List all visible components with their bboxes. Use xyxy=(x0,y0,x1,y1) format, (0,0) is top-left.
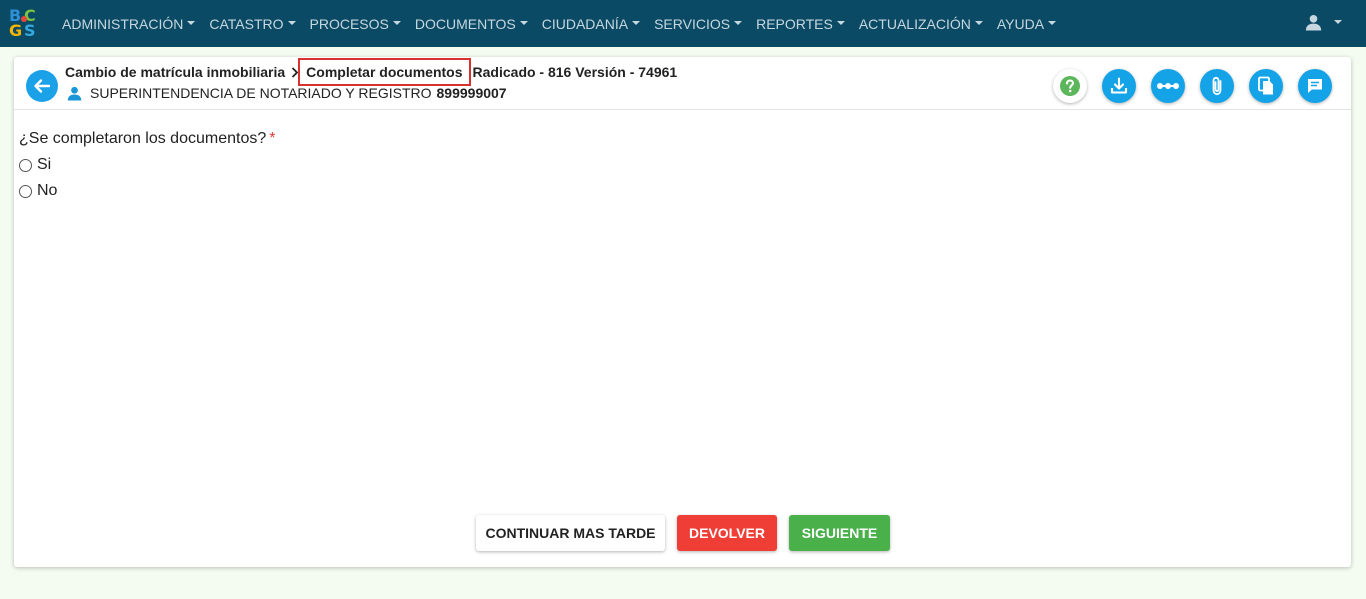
option-no[interactable]: No xyxy=(19,182,57,200)
attachment-button[interactable] xyxy=(1200,69,1234,103)
return-button[interactable]: DEVOLVER xyxy=(677,515,777,551)
caret-down-icon xyxy=(287,20,296,25)
arrow-left-icon xyxy=(34,79,51,93)
radio-no[interactable] xyxy=(19,184,32,198)
help-icon xyxy=(1060,76,1080,96)
menu-reportes[interactable]: REPORTES xyxy=(749,0,852,47)
question-label: ¿Se completaron los documentos? * xyxy=(19,130,275,148)
organization-name: SUPERINTENDENCIA DE NOTARIADO Y REGISTRO xyxy=(90,85,432,101)
main-menu: ADMINISTRACIÓN CATASTRO PROCESOS DOCUMEN… xyxy=(55,0,1063,47)
help-button[interactable] xyxy=(1053,69,1087,103)
breadcrumb: Cambio de matrícula inmobiliaria Complet… xyxy=(65,58,678,86)
menu-ciudadania[interactable]: CIUDADANÍA xyxy=(535,0,647,47)
continue-later-button[interactable]: CONTINUAR MAS TARDE xyxy=(476,515,665,551)
logo-letter-s: S xyxy=(24,21,36,40)
menu-servicios[interactable]: SERVICIOS xyxy=(647,0,749,47)
copy-icon xyxy=(1258,76,1273,95)
required-mark: * xyxy=(269,130,276,147)
caret-down-icon xyxy=(519,20,528,25)
person-icon xyxy=(67,86,82,101)
more-icon xyxy=(1157,83,1179,89)
chevron-right-icon xyxy=(291,66,299,78)
caret-down-icon xyxy=(187,20,196,25)
comments-button[interactable] xyxy=(1298,69,1332,103)
caret-down-icon xyxy=(974,20,983,25)
user-icon xyxy=(1305,14,1322,31)
menu-label: ACTUALIZACIÓN xyxy=(858,15,971,32)
download-icon xyxy=(1110,77,1128,94)
menu-label: SERVICIOS xyxy=(654,15,731,32)
menu-label: ADMINISTRACIÓN xyxy=(62,15,184,32)
task-card: Cambio de matrícula inmobiliaria Complet… xyxy=(14,57,1351,567)
menu-ayuda[interactable]: AYUDA xyxy=(990,0,1063,47)
question-text: ¿Se completaron los documentos? xyxy=(19,130,267,147)
menu-label: PROCESOS xyxy=(309,15,389,32)
menu-label: REPORTES xyxy=(756,15,833,32)
logo-letter-g: G xyxy=(9,21,23,40)
menu-label: DOCUMENTOS xyxy=(414,15,516,32)
option-label: No xyxy=(37,182,58,199)
user-menu[interactable] xyxy=(1305,14,1342,31)
menu-catastro[interactable]: CATASTRO xyxy=(202,0,302,47)
caret-down-icon xyxy=(392,20,401,25)
menu-procesos[interactable]: PROCESOS xyxy=(303,0,408,47)
option-label: Si xyxy=(37,156,52,173)
menu-label: AYUDA xyxy=(996,15,1045,32)
breadcrumb-parent[interactable]: Cambio de matrícula inmobiliaria xyxy=(65,64,285,80)
action-toolbar xyxy=(1053,69,1347,103)
app-logo[interactable]: B C G S xyxy=(8,6,40,40)
flow-button[interactable] xyxy=(1151,69,1185,103)
menu-documentos[interactable]: DOCUMENTOS xyxy=(408,0,535,47)
caret-down-icon xyxy=(1334,19,1342,24)
caret-down-icon xyxy=(734,20,743,25)
radicado-version: Radicado - 816 Versión - 74961 xyxy=(472,64,678,80)
caret-down-icon xyxy=(632,20,641,25)
breadcrumb-current: Completar documentos xyxy=(298,58,471,86)
next-button[interactable]: SIGUIENTE xyxy=(789,515,890,551)
download-button[interactable] xyxy=(1102,69,1136,103)
task-header: Cambio de matrícula inmobiliaria Complet… xyxy=(14,57,1351,110)
menu-label: CATASTRO xyxy=(209,15,284,32)
top-navbar: B C G S ADMINISTRACIÓN CATASTRO PROCESOS… xyxy=(0,0,1366,47)
entity-line: SUPERINTENDENCIA DE NOTARIADO Y REGISTRO… xyxy=(67,84,507,102)
comment-icon xyxy=(1308,79,1322,93)
caret-down-icon xyxy=(836,20,845,25)
menu-actualizacion[interactable]: ACTUALIZACIÓN xyxy=(852,0,990,47)
option-si[interactable]: Si xyxy=(19,156,51,174)
back-button[interactable] xyxy=(26,70,58,102)
attachment-icon xyxy=(1212,76,1222,96)
copy-button[interactable] xyxy=(1249,69,1283,103)
radio-si[interactable] xyxy=(19,158,32,172)
menu-label: CIUDADANÍA xyxy=(541,15,629,32)
caret-down-icon xyxy=(1048,20,1057,25)
organization-nit: 899999007 xyxy=(436,85,507,101)
menu-administracion[interactable]: ADMINISTRACIÓN xyxy=(55,0,202,47)
